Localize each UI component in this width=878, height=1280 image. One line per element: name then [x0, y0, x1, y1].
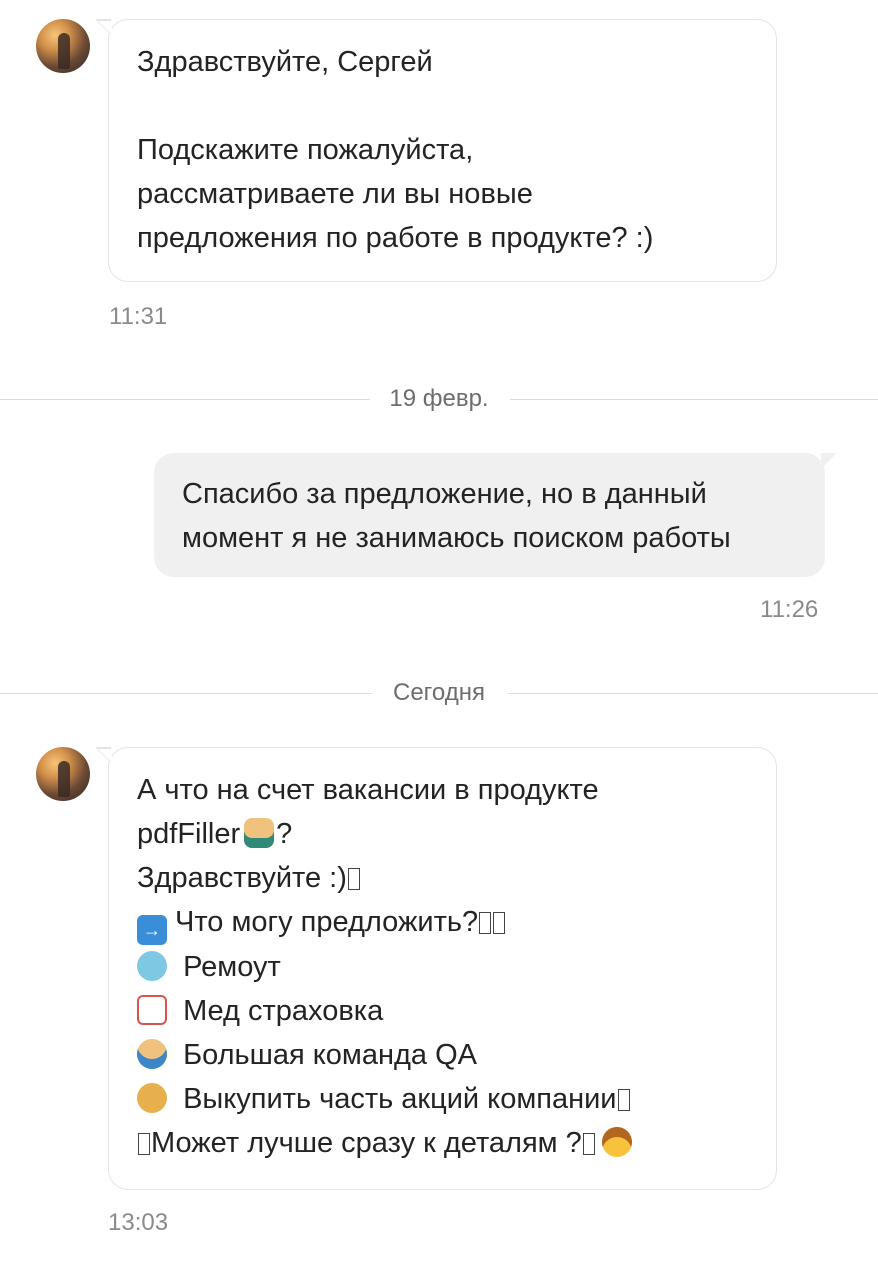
- soon-arrow-icon: →: [137, 915, 167, 945]
- date-divider-label: 19 февр.: [389, 385, 489, 412]
- message-line: Здравствуйте :): [137, 856, 748, 900]
- missing-glyph-icon: [617, 1089, 630, 1111]
- missing-glyph-icon: [347, 868, 360, 890]
- message-text: А что на счет вакансии в продукте: [137, 774, 599, 806]
- message-text: Здравствуйте, Сергей: [137, 46, 433, 78]
- message-timestamp: 11:26: [760, 596, 819, 623]
- message-text: Ремоут: [183, 951, 281, 983]
- message-line: Мед страховка: [137, 989, 748, 1033]
- message-text: Выкупить часть акций компании: [183, 1083, 617, 1115]
- missing-glyph-icon: [479, 912, 492, 934]
- person-shrugging-icon: [137, 1039, 167, 1069]
- money-bag-icon: [137, 1083, 167, 1113]
- message-timestamp: 13:03: [108, 1209, 169, 1236]
- message-text: Может лучше сразу к деталям ?: [151, 1127, 582, 1159]
- message-text: Здравствуйте :): [137, 862, 347, 894]
- sender-avatar[interactable]: [36, 747, 90, 801]
- message-text: Мед страховка: [183, 995, 384, 1027]
- missing-glyph-icon: [493, 912, 506, 934]
- missing-glyph-icon: [582, 1133, 595, 1155]
- message-text: предложения по работе в продукте? :): [137, 222, 654, 254]
- ambulance-icon: [137, 995, 167, 1025]
- message-text: Подскажите пожалуйста,: [137, 134, 474, 166]
- date-divider-label: Сегодня: [393, 679, 485, 706]
- sender-avatar[interactable]: [36, 19, 90, 73]
- message-text: Спасибо за предложение, но в данный: [182, 478, 707, 510]
- message-line: pdfFiller?: [137, 812, 748, 856]
- date-divider: 19 февр.: [0, 384, 878, 414]
- message-text: момент я не занимаюсь поиском работы: [182, 522, 731, 554]
- cowboy-face-icon: [601, 1127, 632, 1157]
- message-text: Что могу предложить?: [175, 906, 479, 938]
- message-text: pdfFiller: [137, 818, 241, 850]
- desert-island-icon: [137, 951, 167, 981]
- message-line: Ремоут: [137, 945, 748, 989]
- message-line: Выкупить часть акций компании: [137, 1077, 748, 1121]
- message-line: Большая команда QA: [137, 1033, 748, 1077]
- message-line: Может лучше сразу к деталям ?: [137, 1121, 748, 1165]
- outgoing-message-bubble: Спасибо за предложение, но в данный моме…: [154, 453, 837, 577]
- message-line: → Что могу предложить?: [137, 900, 748, 945]
- message-text: Большая команда QA: [183, 1039, 477, 1071]
- message-text: ?: [276, 818, 293, 850]
- message-text: рассматриваете ли вы новые: [137, 178, 533, 210]
- missing-glyph-icon: [138, 1133, 150, 1155]
- incoming-message-bubble: А что на счет вакансии в продукте pdfFil…: [95, 747, 777, 1190]
- incoming-message-bubble: Здравствуйте, Сергей Подскажите пожалуйс…: [95, 19, 777, 282]
- message-timestamp: 11:31: [109, 303, 168, 330]
- date-divider: Сегодня: [0, 678, 878, 708]
- technologist-emoji-icon: [244, 818, 275, 848]
